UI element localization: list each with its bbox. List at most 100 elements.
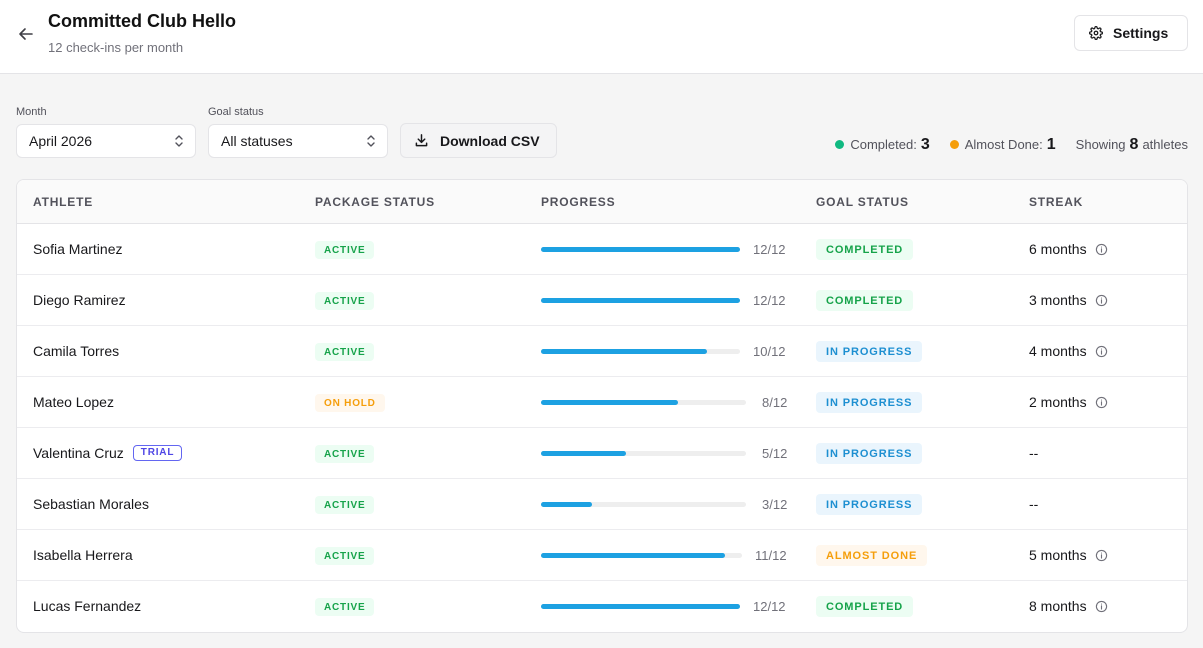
info-icon [1095,396,1107,408]
progress-bar-fill [541,247,740,252]
package-status-badge: ACTIVE [315,496,375,514]
page-title: Committed Club Hello [48,11,236,31]
streak-value: -- [1029,445,1039,461]
streak-value: 8 months [1029,598,1087,614]
streak-cell: 6 months [1029,241,1108,257]
table-row[interactable]: Sofia Martinez ACTIVE 12/12 COMPLETED 6 … [17,224,1187,275]
column-header-goal-status[interactable]: GOAL STATUS [816,195,909,209]
table-row[interactable]: Valentina Cruz TRIAL ACTIVE 5/12 IN PROGR… [17,428,1187,479]
almost-done-summary: Almost Done: 1 [949,136,1056,154]
streak-value: 4 months [1029,343,1087,359]
goal-status-select-value: All statuses [221,133,293,149]
goal-status-badge: COMPLETED [816,239,914,260]
info-icon [1095,243,1107,255]
table-row[interactable]: Camila Torres ACTIVE 10/12 IN PROGRESS 4… [17,326,1187,377]
package-status-badge: ON HOLD [315,394,385,412]
table-row[interactable]: Diego Ramirez ACTIVE 12/12 COMPLETED 3 m… [17,275,1187,326]
back-button[interactable] [14,22,38,46]
month-select[interactable]: April 2026 [16,124,196,158]
table-row[interactable]: Mateo Lopez ON HOLD 8/12 IN PROGRESS 2 m… [17,377,1187,428]
arrow-left-icon [19,28,33,40]
settings-label: Settings [1113,25,1169,41]
athlete-name: Diego Ramirez [33,292,126,308]
athlete-name: Mateo Lopez [33,394,114,410]
streak-info-button[interactable] [1095,243,1108,256]
package-status-badge: ACTIVE [315,598,375,616]
progress-bar-fill [541,502,592,507]
streak-info-button[interactable] [1095,345,1108,358]
month-filter-label: Month [16,106,47,118]
package-status-badge: ACTIVE [315,292,375,310]
package-status-badge: ACTIVE [315,343,375,361]
completed-label: Completed: [850,137,917,152]
column-header-progress[interactable]: PROGRESS [541,195,615,209]
athlete-name: Sofia Martinez [33,241,123,257]
progress-count: 11/12 [755,548,787,563]
progress-bar-fill [541,298,740,303]
streak-cell: -- [1029,445,1038,461]
chevron-up-down-icon [175,135,183,147]
info-icon [1095,345,1107,357]
progress-count: 8/12 [762,395,788,410]
table-row[interactable]: Lucas Fernandez ACTIVE 12/12 COMPLETED 8… [17,581,1187,632]
goal-status-badge: ALMOST DONE [816,545,928,566]
table-row[interactable]: Isabella Herrera ACTIVE 11/12 ALMOST DON… [17,530,1187,581]
table-row[interactable]: Sebastian Morales ACTIVE 3/12 IN PROGRES… [17,479,1187,530]
athlete-cell: Valentina Cruz TRIAL [33,445,183,461]
progress-count: 5/12 [762,446,788,461]
athletes-label: athletes [1142,137,1188,152]
streak-info-button[interactable] [1095,549,1108,562]
progress-count: 3/12 [762,497,788,512]
streak-value: 6 months [1029,241,1087,257]
goal-status-badge: COMPLETED [816,596,914,617]
progress-bar-fill [541,604,740,609]
showing-count: 8 [1129,136,1139,153]
progress-count: 12/12 [753,242,786,257]
streak-value: -- [1029,496,1039,512]
chevron-up-down-icon [367,135,375,147]
package-status-badge: ACTIVE [315,241,375,259]
goal-status-badge: IN PROGRESS [816,443,923,464]
streak-cell: 8 months [1029,598,1108,614]
athlete-cell: Camila Torres [33,343,119,359]
streak-info-button[interactable] [1095,600,1108,613]
info-icon [1095,294,1107,306]
streak-cell: -- [1029,496,1038,512]
column-header-streak[interactable]: STREAK [1029,195,1083,209]
package-status-badge: ACTIVE [315,547,375,565]
progress-bar [541,298,740,303]
goal-filter-label: Goal status [208,106,264,118]
page-subtitle: 12 check-ins per month [48,40,184,55]
streak-value: 5 months [1029,547,1087,563]
goal-status-badge: COMPLETED [816,290,914,311]
column-header-athlete[interactable]: ATHLETE [33,195,93,209]
progress-bar-fill [541,451,626,456]
streak-cell: 2 months [1029,394,1108,410]
settings-button[interactable]: Settings [1074,15,1188,51]
athletes-table: ATHLETE PACKAGE STATUS PROGRESS GOAL STA… [16,179,1188,633]
athlete-cell: Lucas Fernandez [33,598,141,614]
column-header-package-status[interactable]: PACKAGE STATUS [315,195,435,209]
streak-info-button[interactable] [1095,294,1108,307]
athlete-name: Camila Torres [33,343,120,359]
streak-value: 2 months [1029,394,1087,410]
athlete-cell: Sebastian Morales [33,496,149,512]
goal-status-badge: IN PROGRESS [816,341,923,362]
athlete-cell: Isabella Herrera [33,547,133,563]
progress-bar [541,247,740,252]
status-summary: Completed: 3 Almost Done: 1 Showing 8 at… [835,136,1188,154]
showing-label: Showing [1075,137,1126,152]
showing-summary: Showing 8 athletes [1076,136,1188,154]
streak-info-button[interactable] [1095,396,1108,409]
goal-status-badge: IN PROGRESS [816,494,923,515]
goal-status-select[interactable]: All statuses [208,124,388,158]
progress-count: 12/12 [753,293,786,308]
streak-value: 3 months [1029,292,1087,308]
progress-bar-fill [541,349,707,354]
goal-status-badge: IN PROGRESS [816,392,923,413]
athlete-name: Isabella Herrera [33,547,133,563]
streak-cell: 5 months [1029,547,1108,563]
download-csv-button[interactable]: Download CSV [400,123,557,158]
progress-bar [541,400,746,405]
progress-count: 12/12 [753,599,786,614]
